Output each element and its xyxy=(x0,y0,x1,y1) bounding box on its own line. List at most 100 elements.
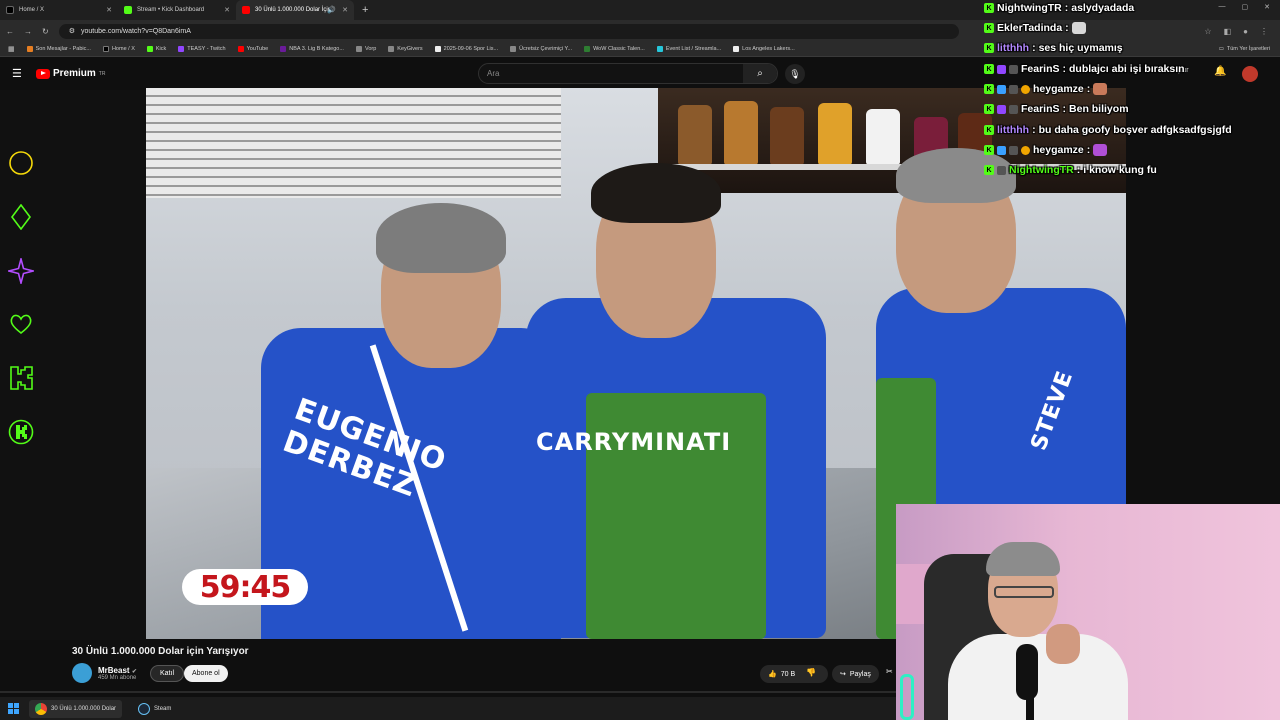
jar xyxy=(678,105,712,165)
streamer-webcam xyxy=(896,504,1280,720)
windows-start-icon[interactable] xyxy=(8,703,19,714)
youtube-icon xyxy=(242,6,250,14)
gift-badge-icon xyxy=(1009,104,1018,114)
new-tab-button[interactable]: + xyxy=(354,4,376,16)
chat-separator: : xyxy=(1086,144,1091,156)
close-icon[interactable]: ✕ xyxy=(106,6,112,14)
chat-message: K FearinS: dublajcı abi işi bıraksın xyxy=(984,63,1185,75)
gift-badge-icon xyxy=(1009,84,1018,94)
bookmark-item[interactable]: TEASY - Twitch xyxy=(178,46,226,52)
bookmark-item[interactable]: Home / X xyxy=(102,46,135,52)
diamond-icon xyxy=(8,204,34,230)
thumbs-up-icon: 👍 xyxy=(768,671,777,678)
contestant-middle: CARRYMINATI xyxy=(526,158,826,639)
chat-message: K litthhh: ses hiç uymamış xyxy=(984,42,1123,54)
tab-label: 30 Ünlü 1.000.000 Dolar İçin xyxy=(255,7,332,13)
kick-badge-icon: K xyxy=(984,145,994,155)
chat-username: NightwingTR xyxy=(1009,164,1074,176)
coin-badge-icon xyxy=(1021,84,1030,94)
kick-badge-icon: K xyxy=(984,125,994,135)
url-field[interactable]: ⚙ youtube.com/watch?v=Q8Dan6imA xyxy=(58,23,959,39)
subscriber-badge-icon xyxy=(997,84,1006,94)
bookmark-item[interactable]: Vorp xyxy=(355,46,376,52)
search-button[interactable]: ⌕ xyxy=(743,64,777,83)
chat-message: K heygamze: xyxy=(984,144,1110,156)
bookmark-item[interactable]: Los Angeles Lakers... xyxy=(733,46,795,52)
apps-icon[interactable]: ▦ xyxy=(8,45,15,53)
tab-kick-dashboard[interactable]: Stream • Kick Dashboard ✕ xyxy=(118,0,236,20)
chat-separator: : xyxy=(1032,124,1036,136)
share-button[interactable]: ↪ Paylaş xyxy=(832,665,879,683)
bookmark-item[interactable]: Son Mesajlar - Pabic... xyxy=(26,46,91,52)
tab-label: Stream • Kick Dashboard xyxy=(137,7,205,13)
forward-icon[interactable]: → xyxy=(24,27,32,36)
bookmark-item[interactable]: WoW Classic Talen... xyxy=(584,46,645,52)
tab-label: Home / X xyxy=(19,7,45,13)
chat-username: heygamze xyxy=(1033,83,1084,95)
chat-text: Ben biliyom xyxy=(1069,103,1129,115)
channel-avatar[interactable] xyxy=(72,663,92,683)
bookmark-favicon-icon xyxy=(584,46,591,52)
bookmark-item[interactable]: KeyGivers xyxy=(388,46,423,52)
jar xyxy=(770,107,804,165)
taskbar-item-chrome[interactable]: 30 Ünlü 1.000.000 Dolar xyxy=(29,699,123,718)
clip-icon[interactable]: ✂ xyxy=(886,667,893,676)
close-icon[interactable]: ✕ xyxy=(342,6,348,14)
chat-message: K litthhh: bu daha goofy boşver adfgksad… xyxy=(984,124,1232,136)
streamer-hand xyxy=(1046,624,1080,664)
youtube-icon xyxy=(237,46,244,52)
bookmark-item[interactable]: Ücretsiz Çevrimiçi Y... xyxy=(510,46,572,52)
channel-info[interactable]: MrBeast ✔ 459 Mn abone xyxy=(72,663,137,683)
streamer-glasses xyxy=(994,586,1054,598)
folder-icon xyxy=(388,46,395,52)
subscriber-badge-icon xyxy=(997,145,1006,155)
chat-message: K heygamze: xyxy=(984,83,1110,95)
stream-chat-overlay: K NightwingTR: aslydyadada K EklerTadind… xyxy=(980,0,1280,185)
chrome-icon xyxy=(35,702,47,715)
kick-badge-icon: K xyxy=(984,3,994,13)
bookmark-favicon-icon xyxy=(733,46,740,52)
chat-text: aslydyadada xyxy=(1071,2,1135,14)
kick-circle-icon xyxy=(8,419,34,445)
youtube-logo[interactable]: Premium TR xyxy=(36,68,105,79)
bookmark-item[interactable]: 2025-09-06 Spor Lis... xyxy=(434,46,498,52)
chat-message: K EklerTadinda: xyxy=(984,22,1089,34)
bookmark-item[interactable]: YouTube xyxy=(237,46,268,52)
bookmark-item[interactable]: Kick xyxy=(146,46,166,52)
chat-username: FearinS xyxy=(1021,103,1060,115)
subscribe-button[interactable]: Abone ol xyxy=(184,665,228,682)
bookmark-item[interactable]: NBA 3. Lig B Katego... xyxy=(280,46,344,52)
taskbar-item-steam[interactable]: Steam xyxy=(132,700,177,718)
hamburger-menu-icon[interactable]: ☰ xyxy=(12,67,24,80)
like-button[interactable]: 👍 70 B xyxy=(760,665,828,683)
chat-message: K NightwingTR: aslydyadada xyxy=(984,2,1134,14)
circle-icon xyxy=(8,150,34,176)
site-info-icon[interactable]: ⚙ xyxy=(69,27,75,35)
back-icon[interactable]: ← xyxy=(6,27,14,36)
tab-youtube-video[interactable]: 30 Ünlü 1.000.000 Dolar İçin 🔊 ✕ xyxy=(236,0,354,20)
chat-username: NightwingTR xyxy=(997,2,1062,14)
chat-text: bu daha goofy boşver adfgksadfgsjgfd xyxy=(1038,124,1232,136)
chat-separator: : xyxy=(1065,22,1069,34)
video-title: 30 Ünlü 1.000.000 Dolar için Yarışıyor xyxy=(72,646,249,657)
microphone-icon[interactable]: 🎙 xyxy=(785,64,805,84)
chat-message: K FearinS: Ben biliyom xyxy=(984,103,1129,115)
bookmark-favicon-icon xyxy=(434,46,441,52)
bookmark-favicon-icon xyxy=(656,46,663,52)
channel-name[interactable]: MrBeast ✔ xyxy=(98,666,137,675)
thumbs-down-icon[interactable]: 👎 xyxy=(806,668,816,677)
countdown-timer: 59:45 xyxy=(182,569,308,605)
streamer-body xyxy=(948,634,1128,720)
chat-separator: : xyxy=(1062,63,1067,75)
join-button[interactable]: Katıl xyxy=(150,665,185,682)
tab-home-x[interactable]: Home / X ✕ xyxy=(0,0,118,20)
emote-icon xyxy=(1071,22,1086,34)
search-input[interactable]: Ara ⌕ xyxy=(478,63,778,84)
streamer-hair xyxy=(986,542,1060,576)
close-icon[interactable]: ✕ xyxy=(224,6,230,14)
speaker-icon[interactable]: 🔊 xyxy=(327,6,336,14)
chat-text: i know kung fu xyxy=(1083,164,1157,176)
x-icon xyxy=(6,6,14,14)
reload-icon[interactable]: ↻ xyxy=(42,27,49,36)
bookmark-item[interactable]: Event List / Streamla... xyxy=(656,46,721,52)
